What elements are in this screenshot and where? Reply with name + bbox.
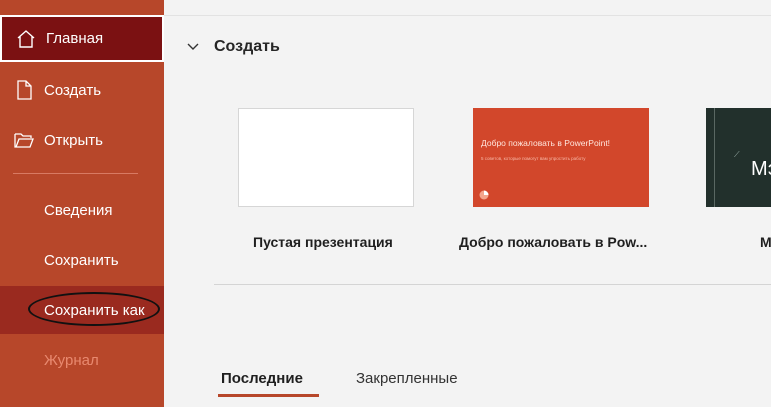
backstage-sidebar: Главная Создать Открыть Сведения Сохрани… xyxy=(0,0,164,407)
thumbnail-subtitle: 5 советов, которые помогут вам упростить… xyxy=(481,156,586,161)
chevron-down-icon xyxy=(187,43,199,50)
thumbnail-frame-line xyxy=(714,108,715,207)
tab-recent[interactable]: Последние xyxy=(221,370,303,387)
thumbnail-title: Добро пожаловать в PowerPoint! xyxy=(481,138,611,148)
header-divider xyxy=(164,15,771,16)
section-divider xyxy=(214,284,771,285)
template-label: М xyxy=(760,234,771,250)
sidebar-item-label: Сведения xyxy=(44,201,113,219)
template-welcome-powerpoint[interactable]: Добро пожаловать в PowerPoint! 5 советов… xyxy=(473,108,649,207)
sidebar-item-new[interactable]: Создать xyxy=(0,66,164,114)
new-document-icon xyxy=(17,80,32,100)
thumbnail-mark: ⟋ xyxy=(734,150,740,159)
powerpoint-logo-icon xyxy=(479,190,489,200)
tab-active-indicator xyxy=(218,394,319,397)
sidebar-item-open[interactable]: Открыть xyxy=(0,116,164,164)
sidebar-item-save-as[interactable]: Сохранить как xyxy=(0,286,164,334)
sidebar-item-info[interactable]: Сведения xyxy=(0,186,164,234)
sidebar-item-home[interactable]: Главная xyxy=(0,15,164,62)
backstage-main: Создать Добро пожаловать в PowerPoint! 5… xyxy=(164,0,771,407)
home-icon xyxy=(17,29,35,48)
sidebar-item-label: Журнал xyxy=(44,351,99,369)
template-label: Пустая презентация xyxy=(253,234,393,250)
sidebar-item-label: Главная xyxy=(46,30,104,47)
sidebar-item-label: Сохранить как xyxy=(44,301,145,319)
template-label: Добро пожаловать в Pow... xyxy=(459,234,648,250)
thumbnail-text: Мэ xyxy=(751,158,771,180)
sidebar-item-label: Открыть xyxy=(44,131,103,149)
tab-pinned[interactable]: Закрепленные xyxy=(356,370,458,387)
sidebar-item-history[interactable]: Журнал xyxy=(0,336,164,384)
section-title: Создать xyxy=(214,38,280,55)
section-new-header[interactable]: Создать xyxy=(186,38,280,56)
folder-open-icon xyxy=(14,133,34,148)
template-partial-third[interactable]: ⟋ Мэ xyxy=(706,108,771,207)
sidebar-separator xyxy=(13,173,138,174)
sidebar-item-label: Сохранить xyxy=(44,251,119,269)
sidebar-item-label: Создать xyxy=(44,81,102,99)
template-blank-presentation[interactable] xyxy=(238,108,414,207)
sidebar-item-save[interactable]: Сохранить xyxy=(0,236,164,284)
